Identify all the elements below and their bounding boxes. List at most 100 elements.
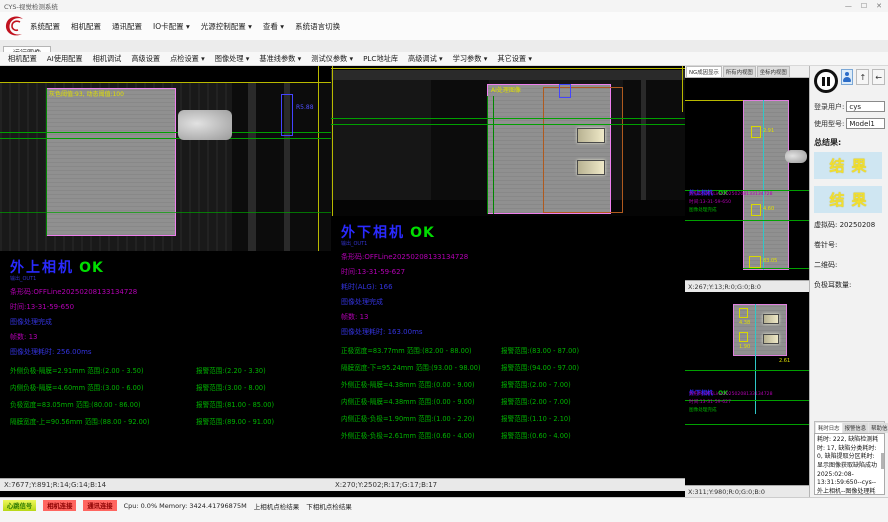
- preview-measure-label: 2.61: [779, 358, 790, 364]
- back-button[interactable]: ←: [872, 69, 885, 85]
- model-label: 使用型号:: [814, 119, 844, 129]
- tool-advanced-debug[interactable]: 高级调试 ▾: [408, 54, 443, 64]
- time-line: 时间:13-31-59-627: [341, 267, 685, 277]
- app-window: CYS-视觉检测系统 — ☐ ✕ 系统配置 相机配置 通讯配置 IO卡配置 ▾ …: [0, 0, 888, 522]
- preview-coordinate-bar-lower: X:311;Y:980;R:0;G:0;B:0: [685, 485, 809, 497]
- tab-ng-display[interactable]: NG成因显示: [686, 66, 722, 77]
- log-output[interactable]: 耗时: 222, 缺陷检测耗时: 17, 缺陷分类耗时: 0, 缺陷提取分区耗时…: [814, 433, 885, 495]
- preview-coordinate-bar-upper: X:267;Y:13;R:0;G:0;B:0: [685, 280, 809, 292]
- tool-spotcheck-settings[interactable]: 点检设置 ▾: [170, 54, 205, 64]
- coordinate-bar-upper: X:7677;Y:891;R:14;G:14;B:14: [0, 478, 331, 491]
- barcode-line: 条形码:OFFLine20250208133134728: [10, 287, 331, 297]
- measurement-row: 隔膜宽度-下=95.24mm 范围:(93.00 - 98.00) 报警范围:(…: [341, 362, 685, 372]
- virtual-code-line: 虚拟码: 20250208: [814, 220, 885, 230]
- window-title: CYS-视觉检测系统: [0, 1, 845, 11]
- menubar: 系统配置 相机配置 通讯配置 IO卡配置 ▾ 光源控制配置 ▾ 查看 ▾ 系统语…: [0, 12, 888, 41]
- preview-measure-label: 4.38: [739, 320, 750, 326]
- barcode-line: 条形码:OFFLine20250208133134728: [341, 252, 685, 262]
- menu-light-config[interactable]: 光源控制配置 ▾: [201, 21, 252, 32]
- menu-system-config[interactable]: 系统配置: [30, 21, 60, 32]
- arrow-up-icon: ↑: [859, 73, 866, 82]
- preview-time: 时间:13-31-59-627: [689, 399, 731, 405]
- log-tabs: 耗时日志 报警信息 帮助信息: [814, 421, 885, 433]
- preview-measure-label: 1.90: [739, 344, 750, 350]
- preview-measure-label: 83.05: [763, 258, 777, 264]
- lower-camera-check-link[interactable]: 下相机点检结果: [306, 501, 352, 511]
- model-field[interactable]: Model1: [846, 118, 885, 129]
- probe-part: [178, 110, 232, 140]
- measurement-row: 内侧正极-隔膜=4.38mm 范围:(0.00 - 9.00) 报警范围:(2.…: [341, 396, 685, 406]
- tab-coord-views[interactable]: 坐标内视图: [757, 66, 790, 77]
- pause-button[interactable]: [814, 69, 838, 93]
- pin-number-label: 卷针号:: [814, 240, 885, 250]
- heartbeat-status-badge: 心跳信号: [3, 500, 36, 511]
- process-done-line: 图像处理完成: [10, 317, 331, 327]
- tool-advanced-settings[interactable]: 高级设置: [131, 54, 160, 64]
- preview-measure-label: 2.91: [763, 128, 774, 134]
- main-area: 灰色阈值:93, 动态阈值:100 R5.88 外上相机 OK 输出_OUT1 …: [0, 66, 888, 497]
- minimize-icon[interactable]: —: [845, 2, 852, 10]
- maximize-icon[interactable]: ☐: [861, 2, 867, 10]
- alg-elapsed-line: 耗时(ALG): 166: [341, 282, 685, 292]
- preview-image-lower[interactable]: 4.38 1.90 2.61 外下相机 OK 条形码:OFFLine202502…: [685, 292, 809, 485]
- sidebar: ↑ ← 登录用户: cys 使用型号: Model1 总结果: 结果 结果 虚拟…: [809, 66, 888, 497]
- cpu-memory-status: Cpu: 0.0% Memory: 3424.41796875M: [124, 502, 247, 510]
- user-button[interactable]: [841, 69, 854, 85]
- camera-image-upper[interactable]: 灰色阈值:93, 动态阈值:100 R5.88: [0, 66, 331, 251]
- frame-count-line: 帧数: 13: [10, 332, 331, 342]
- preview-image-upper[interactable]: 2.91 4.60 83.05 外上相机 OK 条形码:OFFLine20250…: [685, 78, 809, 280]
- tool-other-settings[interactable]: 其它设置 ▾: [497, 54, 532, 64]
- tab-alarm-info[interactable]: 报警信息: [843, 423, 869, 433]
- preview-tabs: NG成因显示 所有内视图 坐标内视图: [685, 66, 809, 78]
- tool-image-processing[interactable]: 图像处理 ▾: [215, 54, 250, 64]
- camera-view-lower: AI处理图像 外下相机 OK 输出_OUT1 条形码:OFFLine202502…: [331, 66, 685, 497]
- tab-timing-log[interactable]: 耗时日志: [816, 423, 842, 433]
- camera-title: 外上相机: [10, 257, 74, 277]
- camera-connection-badge: 相机连接: [43, 500, 76, 511]
- pause-icon: [822, 77, 825, 86]
- tool-learning-params[interactable]: 学习参数 ▾: [453, 54, 488, 64]
- statusbar: 心跳信号 相机连接 通讯连接 Cpu: 0.0% Memory: 3424.41…: [0, 497, 888, 522]
- coordinate-bar-lower: X:270;Y:2502;R:17;G:17;B:17: [331, 478, 685, 491]
- measurement-row: 外侧负极-隔膜=2.91mm 范围:(2.00 - 3.50) 报警范围:(2.…: [10, 365, 331, 375]
- measurement-row: 内侧正极-负极=1.90mm 范围:(1.00 - 2.20) 报警范围:(1.…: [341, 413, 685, 423]
- elapsed-line: 图像处理耗时: 256.00ms: [10, 347, 331, 357]
- tab-all-views[interactable]: 所有内视图: [723, 66, 756, 77]
- upper-camera-check-link[interactable]: 上相机点检结果: [254, 501, 300, 511]
- camera-title: 外下相机: [341, 222, 405, 242]
- tool-camera-config[interactable]: 相机配置: [8, 54, 37, 64]
- close-icon[interactable]: ✕: [876, 2, 882, 10]
- toolbar: 相机配置 AI使用配置 相机调试 高级设置 点检设置 ▾ 图像处理 ▾ 基准线参…: [0, 52, 888, 66]
- menu-view[interactable]: 查看 ▾: [263, 21, 284, 32]
- measurement-row: 负极宽度=83.05mm 范围:(80.00 - 86.00) 报警范围:(81…: [10, 399, 331, 409]
- result-status: OK: [410, 225, 435, 241]
- total-result-label: 总结果:: [814, 137, 885, 148]
- up-button[interactable]: ↑: [856, 69, 869, 85]
- tool-plc-address[interactable]: PLC地址库: [363, 54, 398, 64]
- results-lower: 外下相机 OK 输出_OUT1 条形码:OFFLine2025020813313…: [331, 216, 685, 478]
- tab-help-info[interactable]: 帮助信息: [869, 423, 888, 433]
- result-box-upper: 结果: [814, 152, 882, 179]
- tab-count-label: 负极耳数量:: [814, 280, 885, 290]
- frame-count-line: 帧数: 13: [341, 312, 685, 322]
- roi-overlay-label: R5.88: [296, 104, 314, 111]
- tool-baseline-params[interactable]: 基准线参数 ▾: [259, 54, 301, 64]
- measurement-row: 外侧正极-负极=2.61mm 范围:(0.60 - 4.00) 报警范围:(0.…: [341, 430, 685, 440]
- login-user-label: 登录用户:: [814, 102, 844, 112]
- menu-language[interactable]: 系统语言切换: [295, 21, 340, 32]
- tool-tester-params[interactable]: 测试仪参数 ▾: [311, 54, 353, 64]
- camera-view-upper: 灰色阈值:93, 动态阈值:100 R5.88 外上相机 OK 输出_OUT1 …: [0, 66, 331, 497]
- tool-ai-config[interactable]: AI使用配置: [47, 54, 83, 64]
- menu-io-config[interactable]: IO卡配置 ▾: [153, 21, 190, 32]
- elapsed-line: 图像处理耗时: 163.00ms: [341, 327, 685, 337]
- tool-camera-debug[interactable]: 相机调试: [93, 54, 122, 64]
- camera-image-lower[interactable]: AI处理图像: [331, 66, 685, 216]
- comm-connection-badge: 通讯连接: [83, 500, 116, 511]
- menu-camera-config[interactable]: 相机配置: [71, 21, 101, 32]
- result-status: OK: [79, 260, 104, 276]
- results-upper: 外上相机 OK 输出_OUT1 条形码:OFFLine2025020813313…: [0, 251, 331, 478]
- menu-comm-config[interactable]: 通讯配置: [112, 21, 142, 32]
- log-scrollbar[interactable]: [881, 453, 884, 469]
- measurement-row: 外侧正极-隔膜=4.38mm 范围:(0.00 - 9.00) 报警范围:(2.…: [341, 379, 685, 389]
- login-user-field[interactable]: cys: [846, 101, 885, 112]
